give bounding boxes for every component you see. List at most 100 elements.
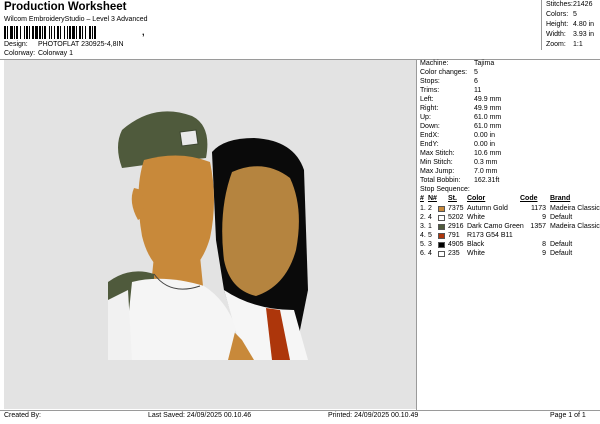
barcode-bar — [85, 26, 86, 39]
machine-row: EndY: 0.00 in — [420, 141, 495, 148]
row-brand: Madeira Classic 40 — [550, 223, 600, 230]
row-code: 1357 — [530, 223, 546, 230]
machine-value: 6 — [474, 78, 478, 85]
barcode-bar — [67, 26, 68, 39]
machine-label: Up: — [420, 114, 431, 121]
table-row: 6. 4 235 White 9 Default — [420, 250, 598, 259]
design-preview — [4, 60, 416, 409]
row-index: 1. — [420, 205, 426, 212]
row-index: 5. — [420, 241, 426, 248]
colorway-row: Colorway: Colorway 1 — [4, 50, 73, 57]
row-brand: Default — [550, 241, 573, 248]
machine-value: Tajima — [474, 60, 495, 67]
col-hash: # — [420, 195, 424, 202]
table-row: 1.2 7375Autumn Gold 1173 Madeira Classic 40 — [420, 205, 600, 214]
barcode-bar — [51, 26, 52, 39]
barcode-bar — [72, 26, 75, 39]
machine-value: 49.9 mm — [474, 96, 502, 103]
machine-value: 162.31ft — [474, 177, 500, 184]
stop-sequence-header: # N# St. Color Code Brand — [420, 195, 598, 204]
row-needle: 4 — [428, 250, 432, 257]
barcode-bar — [7, 26, 8, 39]
table-row: 4. 5 791 R173 G54 B11 — [420, 232, 598, 241]
barcode-bar — [42, 26, 43, 39]
machine-row: EndX: 0.00 in — [420, 132, 495, 139]
machine-label: Stops: — [420, 78, 440, 85]
stat-value: 21426 — [573, 1, 593, 8]
machine-label: EndY: — [420, 141, 439, 148]
stat-width: Width: 3.93 in — [546, 31, 594, 38]
row-color: White — [467, 250, 485, 257]
row-needle: 3 — [428, 241, 432, 248]
barcode-bar — [79, 26, 81, 39]
worksheet-footer: Created By: Last Saved: 24/09/2025 00.10… — [0, 410, 600, 424]
machine-value: 5 — [474, 69, 478, 76]
row-code: 1173 — [530, 205, 546, 212]
row-brand: Default — [550, 214, 573, 221]
stat-height: Height: 4.80 in — [546, 21, 594, 28]
row-color: White — [467, 214, 485, 221]
col-color: Color — [467, 195, 486, 202]
color-swatch — [438, 224, 445, 230]
printed-date: Printed: 24/09/2025 00.10.49 — [328, 412, 419, 419]
machine-label: EndX: — [420, 132, 440, 139]
machine-row: Up: 61.0 mm — [420, 114, 501, 121]
table-row: 3. 1 2916 Dark Camo Green 1357 Madeira Classi… — [420, 223, 600, 232]
stat-value: 1:1 — [573, 41, 583, 48]
table-row: 5. 3 4905 Black 8 Default — [420, 241, 598, 250]
row-needle: 1 — [428, 223, 432, 230]
barcode-bar — [14, 26, 15, 39]
colorway-value: Colorway 1 — [37, 50, 73, 57]
machine-value: 49.9 mm — [474, 105, 502, 112]
machine-label: Left: — [420, 96, 434, 103]
last-saved: Last Saved: 24/09/2025 00.10.46 — [148, 412, 252, 419]
barcode-bar — [76, 26, 77, 39]
stat-value: 3.93 in — [573, 31, 595, 38]
barcode-bar — [24, 26, 25, 39]
col-brand: Brand — [550, 195, 571, 202]
barcode-bar — [60, 26, 61, 39]
machine-row: Max Stitch: 10.6 mm — [420, 150, 501, 157]
row-stitches: 791 — [448, 232, 460, 239]
colorway-label: Colorway: — [4, 50, 36, 57]
barcode-bar — [82, 26, 83, 39]
row-stitches: 7375 — [448, 205, 464, 212]
row-brand: Default — [550, 250, 573, 257]
stat-value: 5 — [573, 11, 577, 18]
machine-row: Max Jump: 7.0 mm — [420, 168, 497, 175]
stat-label: Zoom: — [546, 41, 566, 48]
row-code: 9 — [542, 214, 546, 221]
row-index: 2. — [420, 214, 426, 221]
barcode-bar — [20, 26, 21, 39]
machine-row: Color changes: 5 — [420, 69, 478, 76]
machine-label: Trims: — [420, 87, 440, 94]
machine-value: 0.00 in — [474, 141, 496, 148]
row-color: Black — [467, 241, 485, 248]
design-row: Design: PHOTOFLAT 230925-4,8IN — [4, 41, 124, 48]
panel-divider — [416, 59, 417, 410]
stat-value: 4.80 in — [573, 21, 595, 28]
machine-row: Right: 49.9 mm — [420, 105, 501, 112]
color-swatch — [438, 215, 445, 221]
machine-value: 0.00 in — [474, 132, 496, 139]
barcode-bar — [92, 26, 93, 39]
machine-value: 7.0 mm — [474, 168, 498, 175]
row-color: Dark Camo Green — [467, 223, 524, 230]
barcode-image — [4, 26, 96, 39]
machine-label: Color changes: — [420, 69, 468, 76]
barcode-bar — [16, 26, 18, 39]
machine-label: Right: — [420, 105, 439, 112]
barcode-bar — [32, 26, 34, 39]
stop-sequence-title: Stop Sequence: — [420, 186, 470, 193]
barcode-bar — [4, 26, 6, 39]
ear-left — [131, 188, 144, 220]
row-stitches: 4905 — [448, 241, 464, 248]
row-stitches: 5202 — [448, 214, 464, 221]
barcode-bar — [49, 26, 50, 39]
row-stitches: 2916 — [448, 223, 464, 230]
row-needle: 5 — [428, 232, 432, 239]
machine-row: Stops: 6 — [420, 78, 478, 85]
barcode-suffix: , — [142, 27, 145, 37]
machine-value: 11 — [474, 87, 482, 94]
row-index: 4. — [420, 232, 426, 239]
